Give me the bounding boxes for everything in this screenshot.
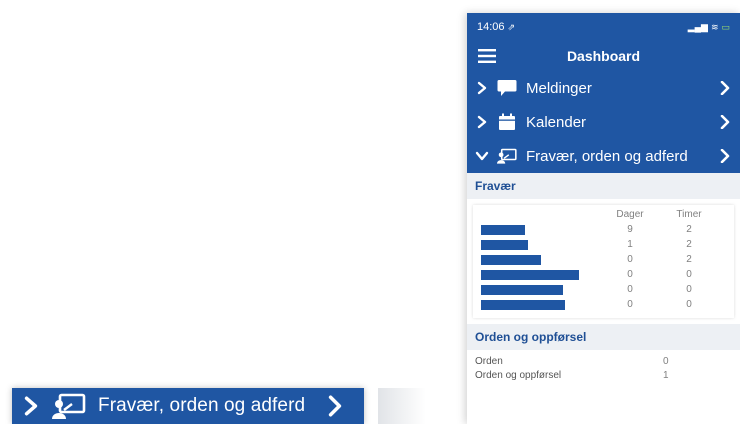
absence-bar <box>481 240 528 250</box>
signal-icon: ▂▄▆ <box>687 21 708 32</box>
chevron-right-icon <box>720 149 730 163</box>
battery-icon: ▭ <box>721 21 730 32</box>
table-row: 92 <box>481 222 730 237</box>
orden-label: Orden og oppførsel <box>475 369 562 381</box>
zoomed-menu-label: Fravær, orden og adferd <box>98 395 306 416</box>
column-header-dager: Dager <box>616 209 644 220</box>
absence-bar <box>481 255 541 265</box>
menu-item-label: Meldinger <box>526 79 592 97</box>
calendar-icon <box>499 113 515 130</box>
cell-dager: 0 <box>627 254 633 265</box>
table-row: 00 <box>481 267 730 282</box>
menu-item-label: Fravær, orden og adferd <box>526 147 688 165</box>
list-item: Orden og oppførsel 1 <box>467 368 740 382</box>
menu-item-fravaer[interactable]: Fravær, orden og adferd <box>467 139 740 173</box>
cell-timer: 2 <box>686 224 692 235</box>
chat-bubble-icon <box>497 80 517 96</box>
table-row: 00 <box>481 282 730 297</box>
list-item: Orden 0 <box>467 354 740 368</box>
chevron-right-icon <box>24 396 38 416</box>
fravaer-table: Dager Timer 921202000000 <box>473 205 734 318</box>
table-row: 00 <box>481 297 730 312</box>
menu-item-label: Kalender <box>526 113 587 131</box>
chevron-right-icon <box>720 115 730 129</box>
absence-bar <box>481 270 579 280</box>
status-bar: 14:06 ⇗ ▂▄▆ ≋ ▭ <box>467 13 740 41</box>
classroom-icon <box>497 148 517 164</box>
cell-timer: 0 <box>686 299 692 310</box>
cell-timer: 2 <box>686 239 692 250</box>
section-heading-fravaer: Fravær <box>467 173 740 199</box>
chevron-right-icon <box>477 115 487 129</box>
fravaer-card: Dager Timer 921202000000 <box>473 205 734 318</box>
cell-dager: 1 <box>627 239 633 250</box>
cell-timer: 0 <box>686 269 692 280</box>
absence-bar <box>481 285 563 295</box>
wifi-icon: ≋ <box>710 21 719 32</box>
chevron-right-icon <box>328 395 342 417</box>
cell-timer: 0 <box>686 284 692 295</box>
orden-list: Orden 0 Orden og oppførsel 1 <box>467 350 740 382</box>
table-row: 02 <box>481 252 730 267</box>
cell-timer: 2 <box>686 254 692 265</box>
phone-screen: 14:06 ⇗ ▂▄▆ ≋ ▭ Dashboard Meldinger Kale… <box>467 13 740 424</box>
orden-value: 1 <box>663 369 669 381</box>
fravaer-rows: 921202000000 <box>481 222 730 312</box>
cell-dager: 0 <box>627 269 633 280</box>
cell-dager: 0 <box>627 284 633 295</box>
section-heading-orden: Orden og oppførsel <box>467 324 740 350</box>
classroom-icon <box>52 393 86 419</box>
location-icon: ⇗ <box>507 21 516 32</box>
cell-dager: 9 <box>627 224 633 235</box>
menu-item-kalender[interactable]: Kalender <box>467 105 740 139</box>
cell-dager: 0 <box>627 299 633 310</box>
table-header: Dager Timer <box>481 207 730 222</box>
menu-item-meldinger[interactable]: Meldinger <box>467 71 740 105</box>
status-time: 14:06 <box>477 21 505 33</box>
absence-bar <box>481 225 525 235</box>
orden-label: Orden <box>475 355 503 367</box>
orden-value: 0 <box>663 355 669 367</box>
table-row: 12 <box>481 237 730 252</box>
absence-bar <box>481 300 565 310</box>
title-bar: Dashboard <box>467 41 740 71</box>
chevron-down-icon <box>475 151 489 161</box>
column-header-timer: Timer <box>676 209 702 220</box>
zoom-shadow <box>378 388 426 424</box>
chevron-right-icon <box>720 81 730 95</box>
app-header: 14:06 ⇗ ▂▄▆ ≋ ▭ Dashboard Meldinger Kale… <box>467 13 740 173</box>
page-title: Dashboard <box>566 48 641 64</box>
chevron-right-icon <box>477 81 487 95</box>
zoomed-menu-row[interactable]: Fravær, orden og adferd <box>12 388 364 424</box>
